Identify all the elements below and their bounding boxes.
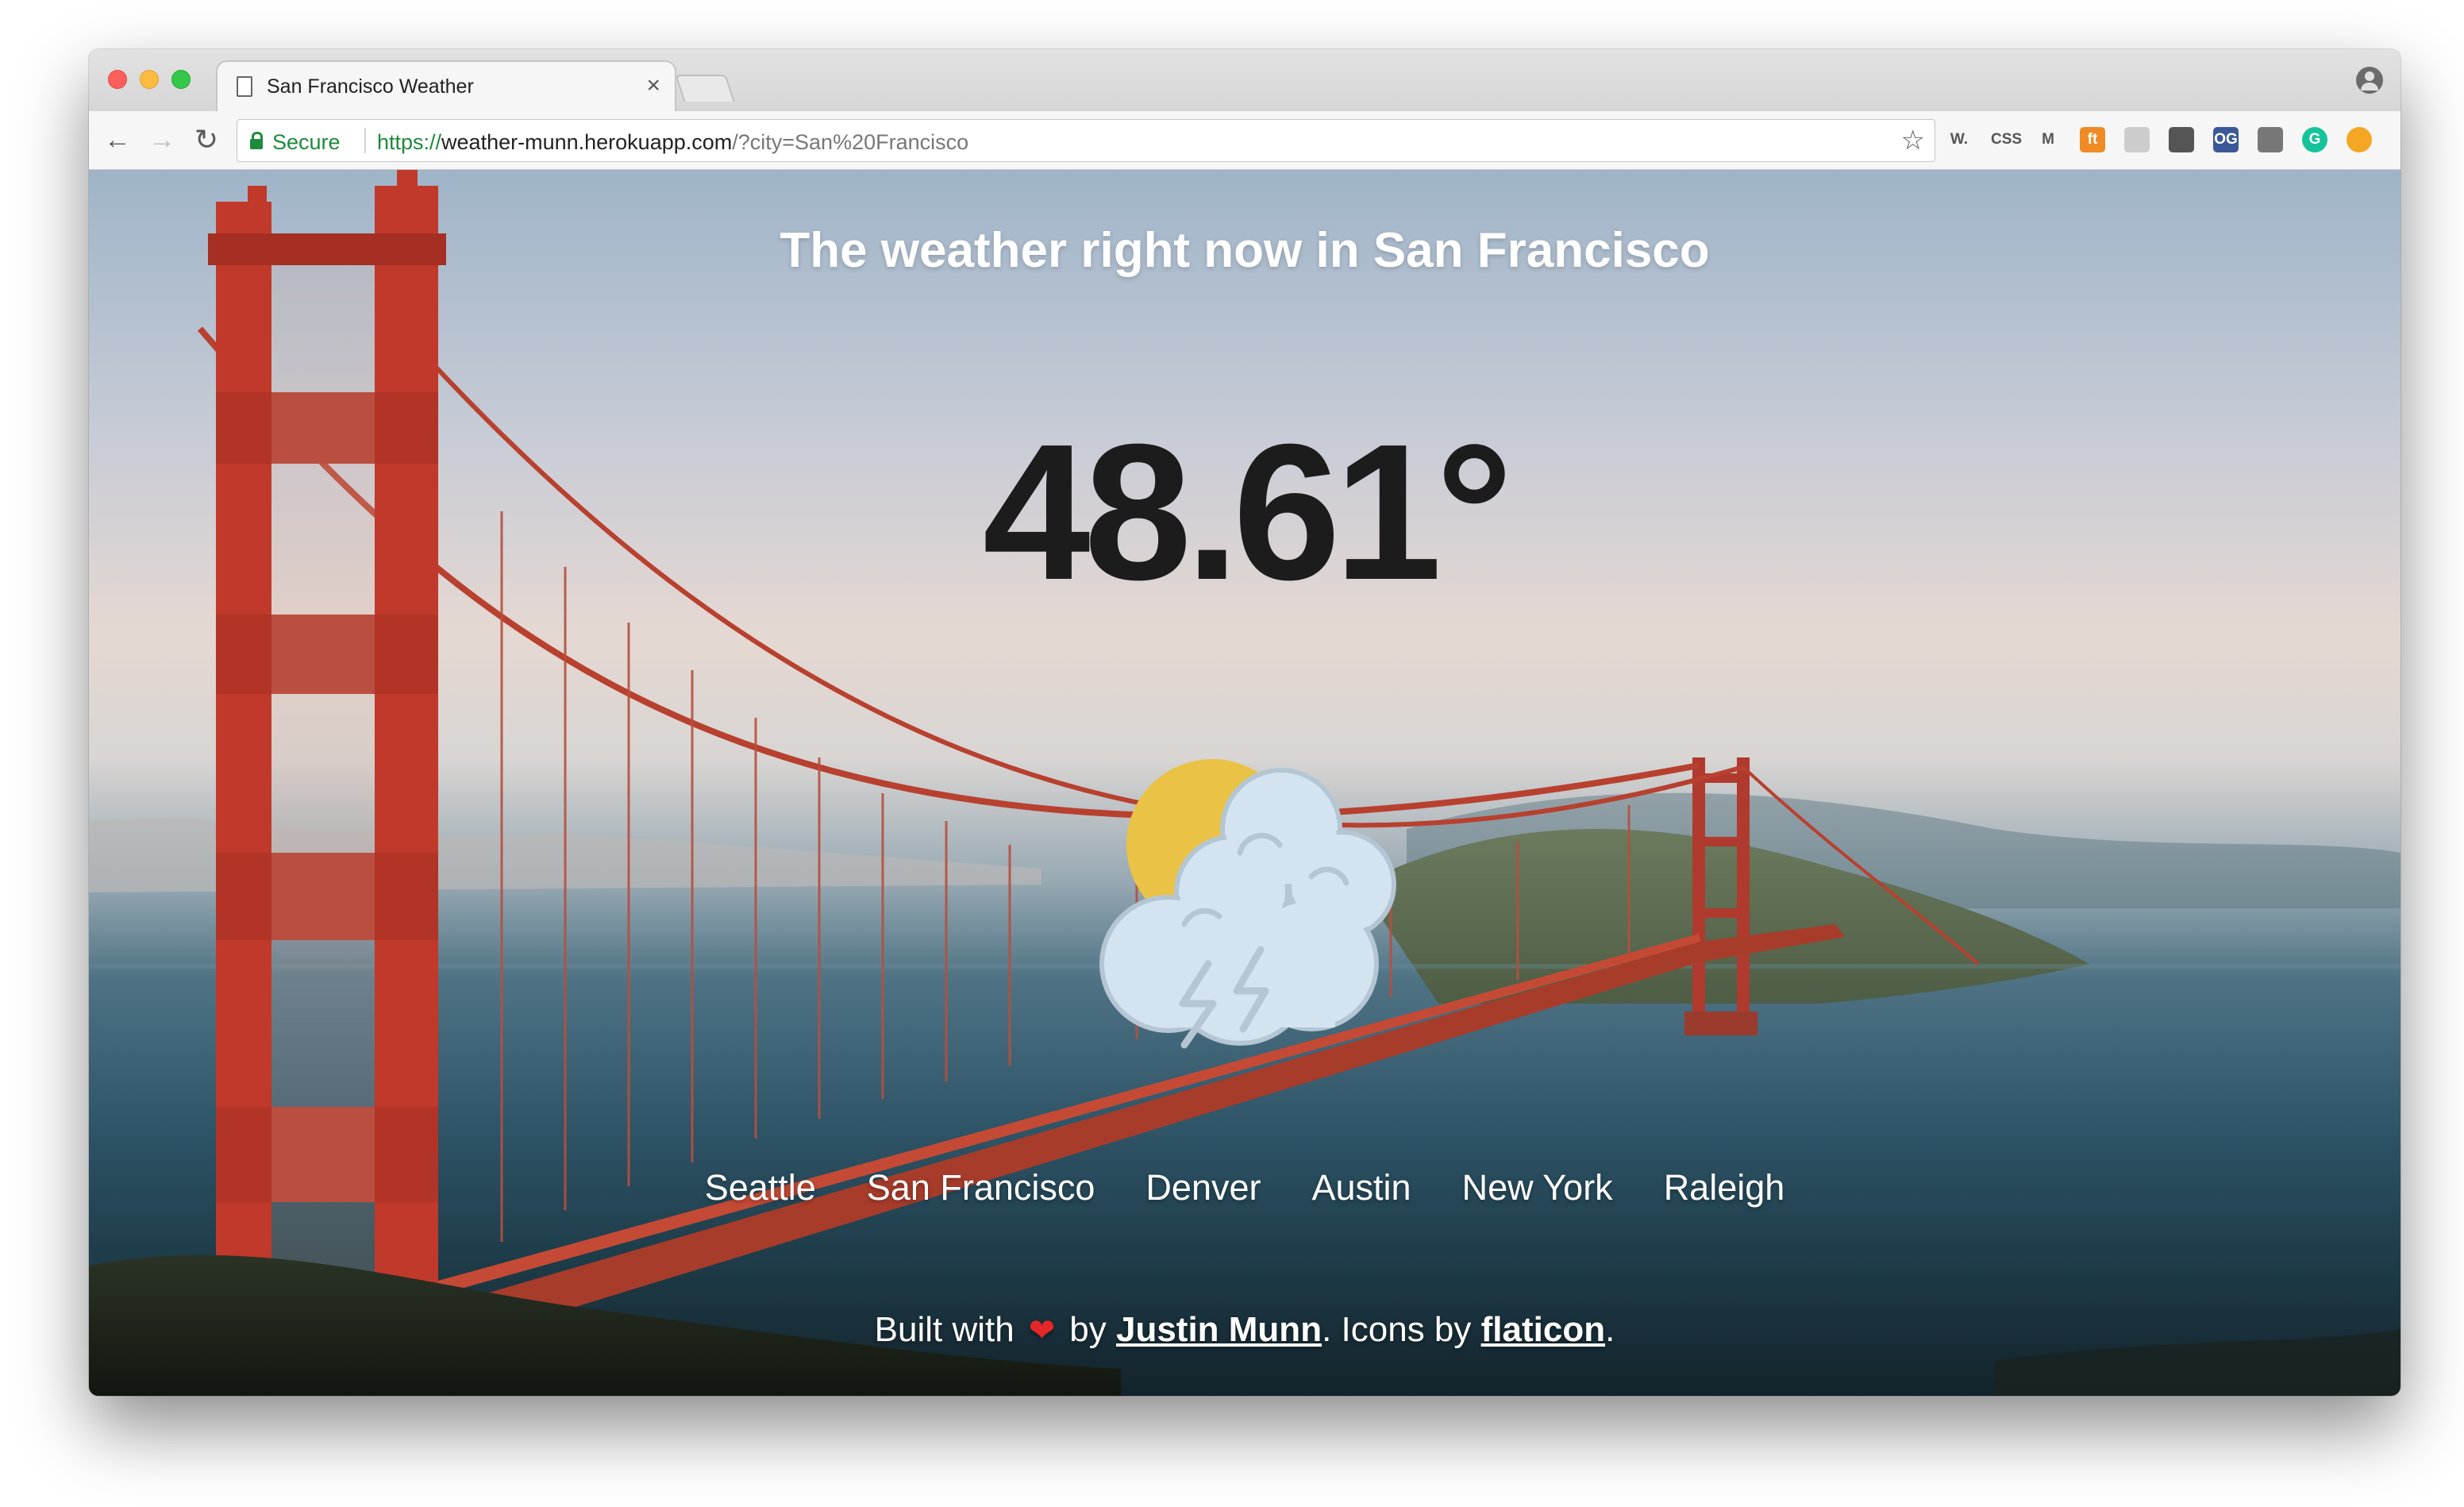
- whatfont-extension-icon[interactable]: W.: [1946, 127, 1972, 152]
- browser-toolbar: ← → ↻ Secure https://weather-munn.heroku…: [89, 111, 2400, 170]
- footer-icons-by: . Icons by: [1322, 1310, 1472, 1349]
- tab-title: San Francisco Weather: [267, 75, 474, 98]
- grid-extension-icon[interactable]: [2124, 127, 2150, 152]
- footer-by: by: [1069, 1310, 1107, 1349]
- partly-cloudy-thunderstorm-icon: [1099, 759, 1396, 1049]
- document-icon: [237, 76, 252, 97]
- og-extension-icon[interactable]: OG: [2213, 127, 2239, 152]
- bookmark-star-icon[interactable]: ☆: [1901, 125, 1925, 156]
- footer: Built with ❤ by Justin Munn. Icons by flat…: [89, 1310, 2400, 1350]
- url-path: /?city=San%20Francisco: [732, 130, 969, 154]
- footer-built-with: Built with: [874, 1310, 1014, 1349]
- lock-icon: [250, 132, 263, 149]
- m-extension-icon[interactable]: M: [2035, 127, 2061, 152]
- camera-extension-icon[interactable]: [2258, 127, 2283, 152]
- url-host: weather-munn.herokuapp.com: [441, 130, 733, 154]
- city-link-raleigh[interactable]: Raleigh: [1664, 1167, 1785, 1208]
- flaticon-link[interactable]: flaticon: [1481, 1310, 1605, 1349]
- page-title: The weather right now in San Francisco: [780, 223, 1710, 278]
- address-divider: [364, 128, 366, 153]
- near-tower: [208, 170, 446, 1396]
- footer-end: .: [1605, 1310, 1615, 1349]
- city-link-austin[interactable]: Austin: [1312, 1167, 1411, 1208]
- rocket-extension-icon[interactable]: [2169, 127, 2194, 152]
- city-link-seattle[interactable]: Seattle: [705, 1167, 816, 1208]
- address-bar[interactable]: Secure https://weather-munn.herokuapp.co…: [237, 119, 1935, 162]
- tab-close-icon[interactable]: ×: [646, 71, 660, 100]
- secure-label: Secure: [272, 130, 341, 154]
- temperature-display: 48.61°: [982, 403, 1513, 620]
- browser-window: San Francisco Weather × ← → ↻ Secure htt…: [89, 49, 2400, 1396]
- grammarly-extension-icon[interactable]: G: [2302, 127, 2327, 152]
- update-extension-icon[interactable]: [2347, 127, 2372, 152]
- back-arrow-icon[interactable]: ←: [100, 121, 135, 159]
- zoom-window-button[interactable]: [171, 70, 191, 89]
- page-viewport: The weather right now in San Francisco 4…: [89, 170, 2400, 1396]
- author-link[interactable]: Justin Munn: [1116, 1310, 1322, 1349]
- reload-icon[interactable]: ↻: [189, 121, 224, 159]
- url-scheme: https://: [377, 130, 442, 154]
- minimize-window-button[interactable]: [140, 70, 159, 89]
- city-link-new-york[interactable]: New York: [1462, 1167, 1613, 1208]
- tab-san-francisco-weather[interactable]: San Francisco Weather ×: [216, 60, 676, 111]
- city-link-denver[interactable]: Denver: [1145, 1167, 1261, 1208]
- close-window-button[interactable]: [108, 70, 127, 89]
- tab-strip: San Francisco Weather ×: [89, 49, 2400, 111]
- city-link-san-francisco[interactable]: San Francisco: [867, 1167, 1095, 1208]
- profile-icon[interactable]: [2356, 67, 2383, 94]
- new-tab-button[interactable]: [675, 75, 735, 102]
- forward-arrow-icon[interactable]: →: [144, 121, 179, 159]
- city-nav: Seattle San Francisco Denver Austin New York…: [89, 1167, 2400, 1208]
- css-extension-icon[interactable]: CSS: [1991, 127, 2022, 152]
- orange-extension-icon[interactable]: ft: [2080, 127, 2105, 152]
- heart-icon: ❤: [1028, 1313, 1056, 1348]
- url-text[interactable]: https://weather-munn.herokuapp.com/?city…: [377, 130, 968, 155]
